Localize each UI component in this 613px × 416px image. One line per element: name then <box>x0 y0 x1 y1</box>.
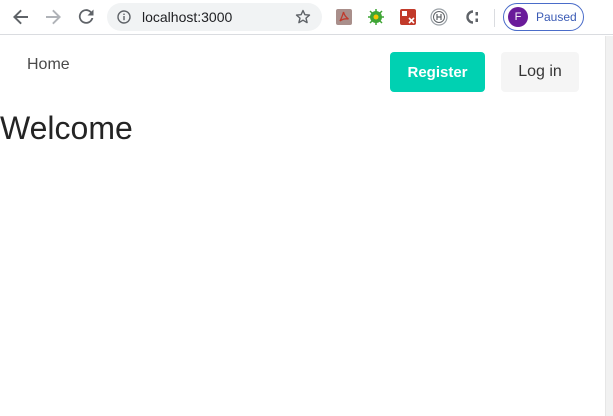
url-text[interactable]: localhost:3000 <box>142 9 232 25</box>
page-content: Home Register Log in Welcome <box>0 36 605 416</box>
extension-icon[interactable] <box>399 8 417 26</box>
login-button[interactable]: Log in <box>501 52 579 92</box>
bug-extension-icon[interactable] <box>367 8 385 26</box>
info-icon[interactable] <box>117 10 131 24</box>
profile-button[interactable]: F Paused <box>503 3 584 31</box>
forward-icon[interactable] <box>41 6 65 28</box>
h-extension-icon[interactable] <box>430 8 448 26</box>
scrollbar[interactable] <box>605 36 613 416</box>
toolbar-divider <box>494 9 495 27</box>
c-extension-icon[interactable] <box>463 8 481 26</box>
reload-icon[interactable] <box>74 6 98 28</box>
address-bar[interactable]: localhost:3000 <box>107 3 322 31</box>
pdf-extension-icon[interactable] <box>335 8 353 26</box>
browser-toolbar: localhost:3000 F Paused <box>0 0 613 35</box>
register-button[interactable]: Register <box>390 52 485 92</box>
page-title: Welcome <box>0 110 133 146</box>
back-icon[interactable] <box>9 6 33 28</box>
profile-status: Paused <box>536 10 577 24</box>
avatar: F <box>508 7 528 27</box>
home-link[interactable]: Home <box>27 56 70 74</box>
bookmark-star-icon[interactable] <box>295 9 311 25</box>
